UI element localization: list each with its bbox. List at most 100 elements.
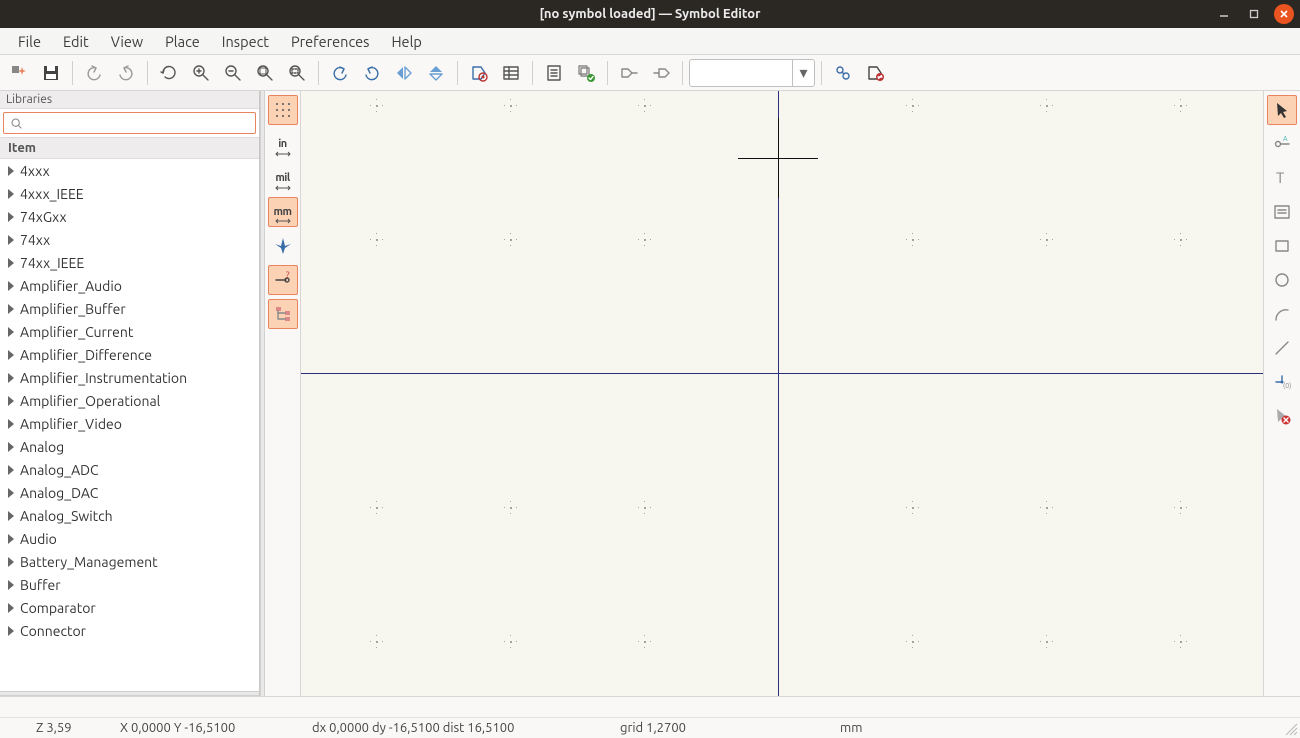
grid-tick <box>912 501 913 502</box>
redo-button[interactable] <box>111 58 141 88</box>
tree-toggle[interactable] <box>268 299 298 329</box>
circle-tool[interactable] <box>1267 265 1297 295</box>
library-item[interactable]: Amplifier_Audio <box>0 274 259 297</box>
menu-preferences[interactable]: Preferences <box>281 30 379 53</box>
library-item[interactable]: Analog_Switch <box>0 504 259 527</box>
library-item[interactable]: Connector <box>0 619 259 642</box>
zoom-select-button[interactable] <box>282 58 312 88</box>
library-item[interactable]: Buffer <box>0 573 259 596</box>
menu-place[interactable]: Place <box>155 30 210 53</box>
mirror-v-button[interactable] <box>421 58 451 88</box>
new-symbol-button[interactable] <box>4 58 34 88</box>
menu-view[interactable]: View <box>101 30 153 53</box>
rect-tool[interactable] <box>1267 231 1297 261</box>
rotate-cw-button[interactable] <box>357 58 387 88</box>
unit-selector[interactable]: ▾ <box>689 59 815 87</box>
unit-mm-toggle[interactable]: mm <box>268 197 298 227</box>
menu-help[interactable]: Help <box>381 30 431 53</box>
library-item[interactable]: 4xxx <box>0 159 259 182</box>
pin-tool[interactable]: A <box>1267 129 1297 159</box>
mirror-h-button[interactable] <box>389 58 419 88</box>
grid-dot <box>1046 641 1048 643</box>
library-item-label: Amplifier_Video <box>20 416 122 432</box>
delete-tool[interactable] <box>1267 401 1297 431</box>
unit-mil-toggle[interactable]: mil <box>268 163 298 193</box>
grid-tick <box>510 99 511 100</box>
datasheet-button[interactable] <box>539 58 569 88</box>
grid-tick <box>1180 635 1181 636</box>
export-symbol-button[interactable] <box>614 58 644 88</box>
menu-file[interactable]: File <box>8 30 51 53</box>
status-unit: mm <box>840 721 862 735</box>
grid-dot <box>644 507 646 509</box>
pin-preview-toggle[interactable]: ? <box>268 265 298 295</box>
save-button[interactable] <box>36 58 66 88</box>
add-to-board-button[interactable] <box>860 58 890 88</box>
toolbar-separator <box>821 61 822 85</box>
grid-tick <box>906 507 907 508</box>
resize-grip-icon[interactable] <box>1282 720 1298 736</box>
window-minimize-button[interactable] <box>1214 4 1234 24</box>
anchor-tool[interactable]: (0) <box>1267 367 1297 397</box>
library-item[interactable]: 4xxx_IEEE <box>0 182 259 205</box>
status-grid: grid 1,2700 <box>620 721 686 735</box>
grid-tick <box>516 239 517 240</box>
libraries-list[interactable]: 4xxx4xxx_IEEE74xGxx74xx74xx_IEEEAmplifie… <box>0 159 259 691</box>
library-item[interactable]: Amplifier_Difference <box>0 343 259 366</box>
library-item[interactable]: Analog_ADC <box>0 458 259 481</box>
library-item[interactable]: 74xx_IEEE <box>0 251 259 274</box>
libraries-panel: Libraries Item 4xxx4xxx_IEEE74xGxx74xx74… <box>0 91 260 696</box>
libraries-search[interactable] <box>3 112 256 134</box>
grid-tick <box>644 245 645 246</box>
window-maximize-button[interactable] <box>1244 4 1264 24</box>
grid-dot <box>1180 507 1182 509</box>
text-tool[interactable]: T <box>1267 163 1297 193</box>
unit-in-toggle[interactable]: in <box>268 129 298 159</box>
sync-button[interactable] <box>828 58 858 88</box>
library-item[interactable]: Amplifier_Instrumentation <box>0 366 259 389</box>
cursor-full-toggle[interactable] <box>268 231 298 261</box>
import-symbol-button[interactable] <box>646 58 676 88</box>
canvas[interactable] <box>301 91 1264 696</box>
library-item[interactable]: Audio <box>0 527 259 550</box>
textbox-tool[interactable] <box>1267 197 1297 227</box>
undo-button[interactable] <box>79 58 109 88</box>
library-item[interactable]: Amplifier_Current <box>0 320 259 343</box>
library-item[interactable]: Analog <box>0 435 259 458</box>
library-item[interactable]: Amplifier_Operational <box>0 389 259 412</box>
line-tool[interactable] <box>1267 333 1297 363</box>
rotate-ccw-button[interactable] <box>325 58 355 88</box>
main-toolbar: ▾ <box>0 55 1300 91</box>
pin-table-button[interactable] <box>496 58 526 88</box>
grid-tick <box>644 233 645 234</box>
library-item[interactable]: Amplifier_Buffer <box>0 297 259 320</box>
grid-dot <box>912 239 914 241</box>
refresh-button[interactable] <box>154 58 184 88</box>
menu-edit[interactable]: Edit <box>53 30 99 53</box>
horizontal-splitter[interactable] <box>0 691 259 696</box>
library-item[interactable]: 74xGxx <box>0 205 259 228</box>
library-item[interactable]: Battery_Management <box>0 550 259 573</box>
grid-tick <box>644 647 645 648</box>
grid-tick <box>650 105 651 106</box>
grid-tick <box>1046 245 1047 246</box>
libraries-search-input[interactable] <box>29 116 249 130</box>
select-tool[interactable] <box>1267 95 1297 125</box>
erc-button[interactable] <box>571 58 601 88</box>
grid-tick <box>1180 501 1181 502</box>
library-item[interactable]: Comparator <box>0 596 259 619</box>
grid-toggle[interactable] <box>268 95 298 125</box>
library-item[interactable]: Amplifier_Video <box>0 412 259 435</box>
zoom-in-button[interactable] <box>186 58 216 88</box>
window-close-button[interactable] <box>1274 4 1294 24</box>
grid-dot <box>644 641 646 643</box>
symbol-properties-button[interactable] <box>464 58 494 88</box>
menu-inspect[interactable]: Inspect <box>212 30 279 53</box>
grid-tick <box>382 641 383 642</box>
library-item[interactable]: Analog_DAC <box>0 481 259 504</box>
zoom-out-button[interactable] <box>218 58 248 88</box>
grid-tick <box>504 507 505 508</box>
arc-tool[interactable] <box>1267 299 1297 329</box>
zoom-fit-button[interactable] <box>250 58 280 88</box>
library-item[interactable]: 74xx <box>0 228 259 251</box>
